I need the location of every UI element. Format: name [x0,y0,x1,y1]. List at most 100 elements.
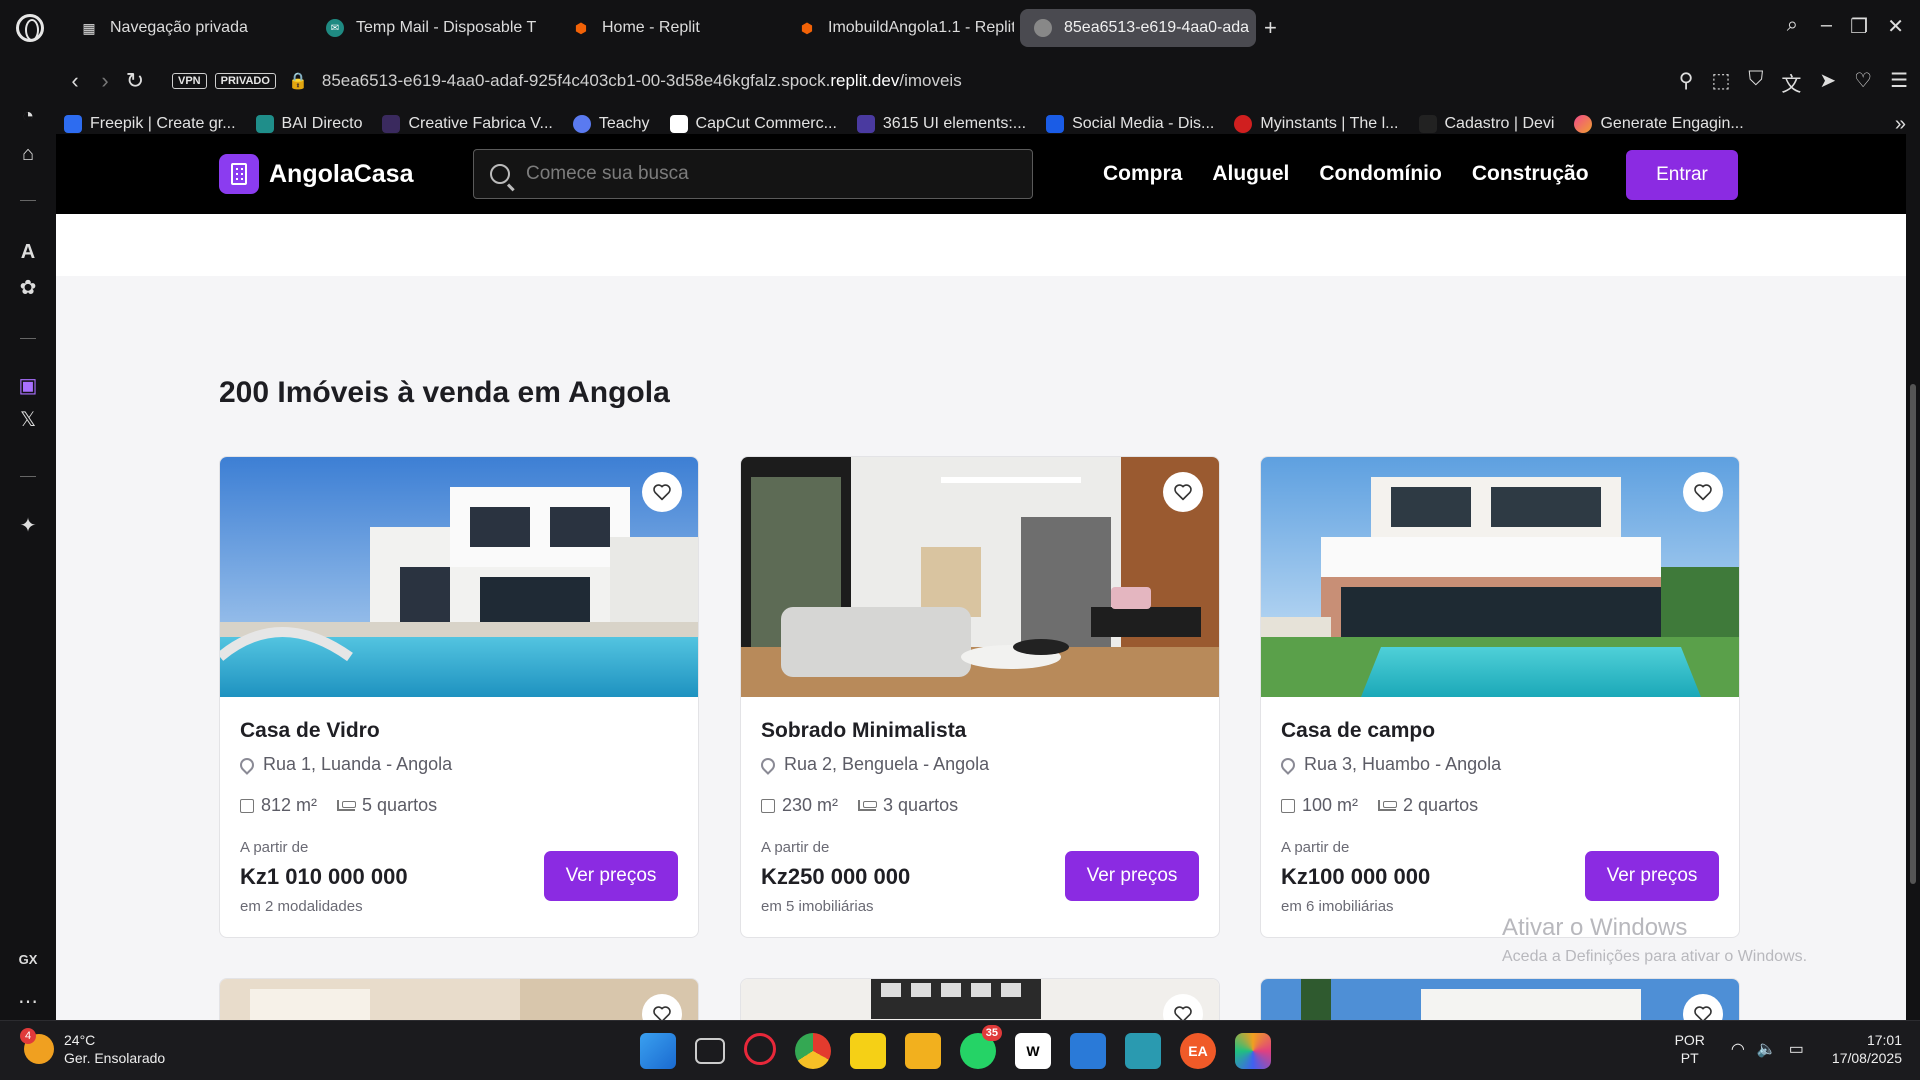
bookmark-item[interactable]: Social Media - Dis... [1046,115,1214,133]
new-tab-icon[interactable]: + [1264,15,1277,41]
tab-private[interactable]: ▦ Navegação privada [66,9,306,47]
lock-icon[interactable]: 🔒 [288,71,308,91]
bookmark-item[interactable]: BAI Directo [255,115,362,133]
weather-widget[interactable]: 4 24°C Ger. Ensolarado [20,1028,165,1067]
translate-icon[interactable]: 文 [1781,68,1801,97]
search-input[interactable] [526,163,1006,185]
opera-menu-icon[interactable] [16,14,44,42]
bookmark-label: Cadastro | Devi [1444,115,1555,132]
back-icon[interactable]: ‹ [60,68,90,94]
pinboard-icon[interactable]: ⌂ [16,142,40,166]
language-indicator[interactable]: POR PT [1675,1031,1705,1067]
chatgpt-icon[interactable]: ✿ [16,276,40,300]
more-icon[interactable]: ⋯ [16,990,40,1014]
clock[interactable]: 17:01 17/08/2025 [1832,1031,1902,1067]
heart-icon[interactable]: ♡ [1854,68,1872,97]
close-window-icon[interactable]: ✕ [1887,14,1904,39]
favorite-button[interactable] [1683,472,1723,512]
bookmark-item[interactable]: Freepik | Create gr... [64,115,236,133]
task-view-icon[interactable] [695,1038,725,1064]
bookmark-item[interactable]: Teachy [572,115,650,133]
nav-compra[interactable]: Compra [1103,162,1182,186]
send-icon[interactable]: ➤ [1819,68,1836,97]
minimize-icon[interactable]: – [1821,14,1832,37]
nav-aluguel[interactable]: Aluguel [1212,162,1289,186]
url-field[interactable]: 85ea6513-e619-4aa0-adaf-925f4c403cb1-00-… [322,71,962,91]
colorful-app-icon[interactable] [1235,1033,1271,1069]
bookmark-item[interactable]: Creative Fabrica V... [382,115,553,133]
restore-icon[interactable]: ❐ [1850,14,1868,39]
page-scrollbar[interactable] [1906,134,1920,1020]
favorite-button[interactable] [642,472,682,512]
extensions-icon[interactable]: ✦ [16,514,40,538]
tab-active-page[interactable]: 85ea6513-e619-4aa0-ada [1020,9,1256,47]
volume-icon[interactable]: 🔈 [1757,1039,1777,1059]
reload-icon[interactable]: ↻ [120,68,150,94]
shield-icon[interactable]: ⛉ [1748,68,1763,97]
bookmark-item[interactable]: 3615 UI elements:... [856,115,1026,133]
bookmark-item[interactable]: Myinstants | The l... [1234,115,1399,133]
tab-home-replit[interactable]: ⬢ Home - Replit [558,9,778,47]
tab-temp-mail[interactable]: ✉ Temp Mail - Disposable T [312,9,552,47]
opera-gx-icon[interactable] [744,1033,776,1065]
address-toolbar: ⚲ ⬚ ⛉ 文 ➤ ♡ ☰ [1679,68,1908,97]
location-text: Rua 3, Huambo - Angola [1304,754,1502,774]
photos-icon[interactable] [1070,1033,1106,1069]
bookmark-item[interactable]: Cadastro | Devi [1418,115,1555,133]
sidebar-divider [20,200,36,201]
brand-logo[interactable]: AngolaCasa [219,154,413,194]
aria-icon[interactable]: A [16,240,40,264]
listing-card[interactable] [1260,978,1740,1020]
game-app-icon[interactable] [1125,1033,1161,1069]
teachy-icon [572,115,591,133]
area-icon [1281,798,1295,813]
nav-construcao[interactable]: Construção [1472,162,1589,186]
see-prices-button[interactable]: Ver preços [1065,851,1199,901]
price-subtext: em 6 imobiliárias [1281,898,1394,915]
listing-photo [741,979,1219,1020]
vpn-badge[interactable]: VPN [172,73,207,89]
listing-photo [741,457,1219,697]
bookmark-item[interactable]: Generate Engagin... [1574,115,1744,133]
listing-card[interactable] [740,978,1220,1020]
file-explorer-icon[interactable] [905,1033,941,1069]
browser-tab-bar: ▦ Navegação privada ✉ Temp Mail - Dispos… [0,0,1920,56]
gx-label[interactable]: GX [16,948,40,972]
twitch-icon[interactable]: ▣ [16,374,40,398]
windows-start-icon[interactable] [640,1033,676,1069]
search-tabs-icon[interactable]: ⌕ [1787,14,1798,37]
bookmarks-overflow-icon[interactable]: » [1895,113,1906,136]
favorite-button[interactable] [1163,472,1203,512]
bookmark-item[interactable]: CapCut Commerc... [669,115,837,133]
listing-card[interactable]: Casa de Vidro Rua 1, Luanda - Angola 812… [219,456,699,938]
listing-title: Casa de campo [1281,719,1436,742]
gradient-app-icon [1574,115,1593,133]
sticky-notes-icon[interactable] [850,1033,886,1069]
battery-icon[interactable]: ▭ [1789,1039,1804,1059]
tab-imobuild-replit[interactable]: ⬢ ImobuildAngola1.1 - Replit [784,9,1014,47]
search-box[interactable] [473,149,1033,199]
ea-icon[interactable]: EA [1180,1033,1216,1069]
see-prices-button[interactable]: Ver preços [544,851,678,901]
snapshot-icon[interactable]: ⬚ [1711,68,1730,97]
scrollbar-thumb[interactable] [1910,384,1916,884]
listing-card[interactable]: Casa de campo Rua 3, Huambo - Angola 100… [1260,456,1740,938]
area-icon [761,798,775,813]
listing-card[interactable] [219,978,699,1020]
forward-icon[interactable]: › [90,68,120,94]
easy-setup-icon[interactable]: ☰ [1890,68,1908,97]
pin-icon[interactable]: ⚲ [1679,68,1694,97]
x-twitter-icon[interactable]: 𝕏 [16,408,40,432]
whatsapp-icon[interactable]: 35 [960,1025,1002,1069]
chrome-icon[interactable] [795,1033,831,1069]
bookmark-label: Social Media - Dis... [1072,115,1215,132]
listing-rooms: 5 quartos [362,795,438,815]
nav-condominio[interactable]: Condomínio [1319,162,1441,186]
see-prices-button[interactable]: Ver preços [1585,851,1719,901]
wifi-icon[interactable]: ◠ [1731,1039,1745,1059]
listing-card[interactable]: Sobrado Minimalista Rua 2, Benguela - An… [740,456,1220,938]
capcut-taskbar-icon[interactable]: W [1015,1033,1051,1069]
login-button[interactable]: Entrar [1626,150,1738,200]
history-icon[interactable]: ◔ [16,104,40,128]
browser-sidebar: ◔ ⌂ A ✿ ▣ 𝕏 ✦ GX ⋯ [0,104,56,1020]
